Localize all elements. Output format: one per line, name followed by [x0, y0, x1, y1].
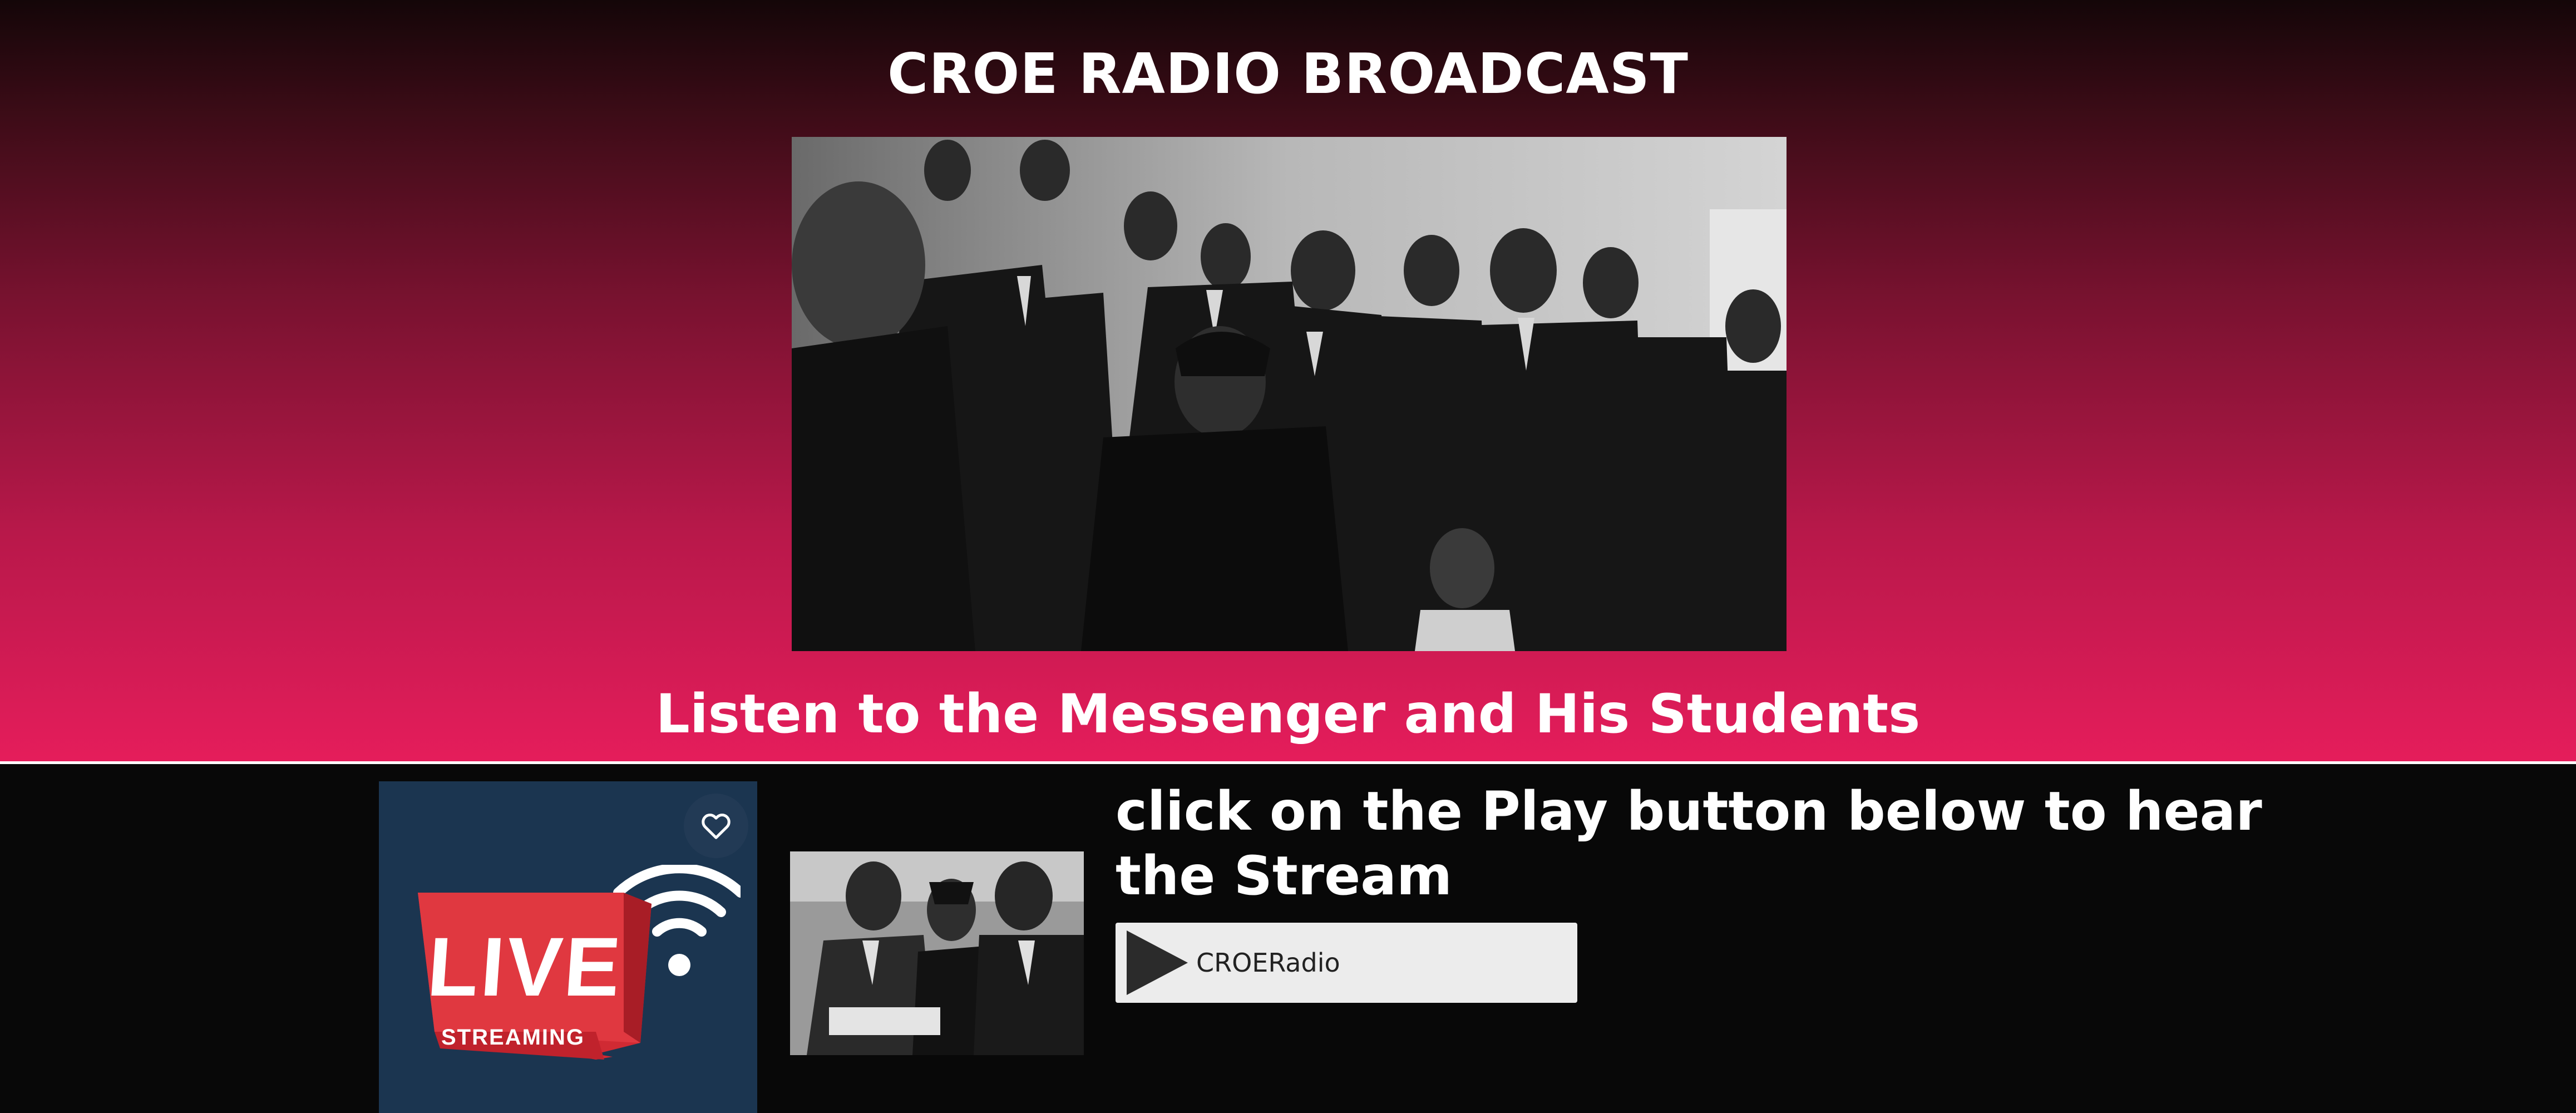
play-icon — [1127, 930, 1188, 995]
station-name: CROERadio — [1196, 948, 1340, 978]
radio-page: CROE RADIO BROADCAST Listen to the Messe… — [0, 0, 2576, 1113]
player-instructions: click on the Play button below to hear t… — [1116, 780, 2262, 907]
page-title: CROE RADIO BROADCAST — [887, 41, 1689, 106]
thumbnail-photo — [790, 851, 1084, 1055]
live-streaming-card[interactable]: LIVE STREAMING — [379, 781, 757, 1113]
hero-banner: CROE RADIO BROADCAST Listen to the Messe… — [0, 0, 2576, 761]
thumbnail-photo-image — [790, 851, 1084, 1055]
divider — [0, 761, 2576, 764]
hero-photo — [792, 137, 1787, 651]
play-button[interactable] — [1116, 923, 1193, 1003]
page-subtitle: Listen to the Messenger and His Students — [655, 683, 1921, 745]
streaming-label: STREAMING — [441, 1025, 585, 1050]
live-label: LIVE — [425, 920, 626, 1013]
favorite-button[interactable] — [684, 794, 748, 858]
heart-icon — [702, 813, 731, 839]
group-photo-image — [792, 137, 1787, 651]
audio-player: CROERadio — [1116, 923, 1577, 1003]
